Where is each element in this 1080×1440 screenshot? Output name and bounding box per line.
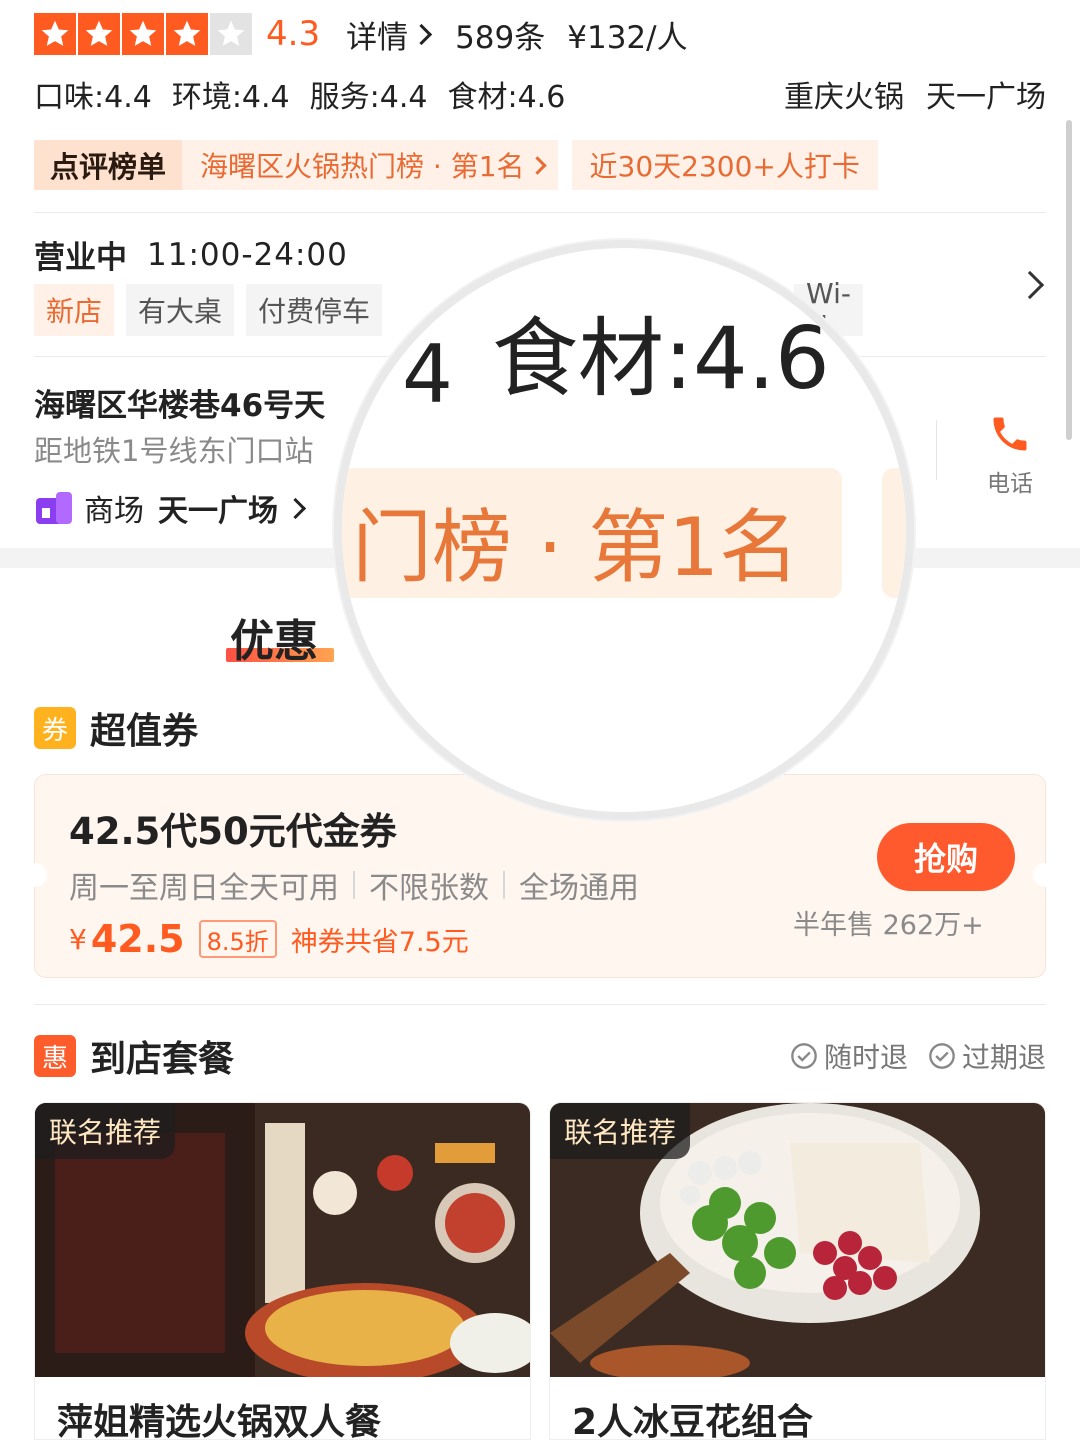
phone-label: 电话 <box>987 471 1033 497</box>
package-name: 2人冰豆花组合 <box>572 1402 814 1440</box>
star-icon <box>166 13 208 55</box>
co-branded-badge: 联名推荐 <box>550 1103 691 1159</box>
environment-score: 环境:4.4 <box>171 80 290 115</box>
star-icon <box>34 13 76 55</box>
coupon-condition: 全场通用 <box>519 871 639 906</box>
magnifier-overlay: 4 食材:4.6 门榜 · 第1名 <box>334 240 914 820</box>
address-text[interactable]: 海曙区华楼巷46号天 <box>34 380 325 425</box>
deal-icon: 惠 <box>34 1035 76 1077</box>
metro-distance: 距地铁1号线东门口站 <box>34 434 314 468</box>
coupon-price-row: ¥ 42.5 8.5折 神券共省7.5元 <box>69 917 469 961</box>
refund-label: 随时退 <box>823 1041 908 1074</box>
package-card[interactable]: 联名推荐 2人冰豆花组合 <box>549 1102 1046 1440</box>
cuisine-tag[interactable]: 重庆火锅 <box>784 72 904 116</box>
coupon-section-title: 超值券 <box>90 711 199 752</box>
coupon-icon: 券 <box>34 707 76 749</box>
coupon-title: 42.5代50元代金券 <box>69 810 397 853</box>
package-section-header: 惠 到店套餐 随时退 过期退 <box>34 1030 1046 1082</box>
service-score: 服务:4.4 <box>309 80 428 115</box>
package-section-title: 到店套餐 <box>90 1039 235 1080</box>
package-name: 萍姐精选火锅双人餐 <box>57 1402 382 1440</box>
coupon-section-header: 券 超值券 <box>34 702 198 754</box>
chevron-right-icon <box>1015 270 1045 300</box>
area-tag[interactable]: 天一广场 <box>926 72 1046 116</box>
check-circle-icon <box>791 1043 817 1069</box>
ranking-row[interactable]: 点评榜单 海曙区火锅热门榜 · 第1名 近30天2300+人打卡 <box>34 140 878 190</box>
currency-symbol: ¥ <box>69 922 87 956</box>
ranking-text: 海曙区火锅热门榜 · 第1名 <box>200 150 525 183</box>
check-circle-icon <box>929 1043 955 1069</box>
facilities-row[interactable]: 新店 有大桌 付费停车 Wi-Fi <box>34 277 863 343</box>
refund-policies: 随时退 过期退 <box>790 1036 1046 1076</box>
rating-row: 4.3 详情 589条 ¥132/人 <box>34 10 688 58</box>
zoom-chip-edge <box>882 468 906 598</box>
ranking-badge: 点评榜单 <box>34 140 183 190</box>
facility-large-table: 有大桌 <box>126 284 235 336</box>
tab-offers[interactable]: 优惠 <box>230 605 318 669</box>
discount-badge: 8.5折 <box>198 920 277 958</box>
mall-label: 商场 <box>84 494 144 529</box>
phone-button[interactable]: 电话 <box>975 412 1045 498</box>
ranking-link[interactable]: 海曙区火锅热门榜 · 第1名 <box>182 140 558 190</box>
star-icon <box>122 13 164 55</box>
coupon-notch <box>1033 863 1057 887</box>
coupon-condition: 周一至周日全天可用 <box>69 871 339 906</box>
saving-text: 神券共省7.5元 <box>290 926 469 958</box>
facility-paid-parking: 付费停车 <box>246 284 383 336</box>
opening-hours: 11:00-24:00 <box>147 236 348 273</box>
hotpot-set-image: 联名推荐 <box>35 1103 530 1377</box>
coupon-notch <box>23 863 47 887</box>
mall-icon <box>36 492 72 524</box>
star-rating <box>34 13 252 55</box>
chevron-right-icon <box>410 23 433 45</box>
taste-score: 口味:4.4 <box>34 80 152 115</box>
phone-icon <box>993 417 1027 451</box>
zoom-score-text: 食材:4.6 <box>492 309 830 409</box>
star-icon <box>210 13 252 55</box>
details-label: 详情 <box>346 19 409 56</box>
ingredient-score: 食材:4.6 <box>447 80 566 115</box>
zoom-prefix-text: 4 <box>402 328 453 421</box>
scrollbar[interactable] <box>1066 120 1072 440</box>
average-price: ¥132/人 <box>567 19 688 56</box>
co-branded-badge: 联名推荐 <box>35 1103 176 1159</box>
refund-label: 过期退 <box>961 1041 1046 1074</box>
coupon-price: 42.5 <box>90 917 185 961</box>
coupon-condition: 不限张数 <box>369 871 489 906</box>
coupon-conditions: 周一至周日全天可用 不限张数 全场通用 <box>69 863 639 907</box>
zoom-rank-text: 门榜 · 第1名 <box>352 501 800 594</box>
tofu-pudding-image: 联名推荐 <box>550 1103 1045 1377</box>
checkin-badge: 近30天2300+人打卡 <box>571 140 878 190</box>
refund-expired: 过期退 <box>928 1036 1046 1076</box>
hours-row: 营业中 11:00-24:00 <box>34 232 348 277</box>
facilities-more-button[interactable] <box>1014 270 1045 300</box>
star-icon <box>78 13 120 55</box>
details-link[interactable]: 详情 <box>346 12 433 57</box>
mall-name: 天一广场 <box>158 494 278 529</box>
package-card[interactable]: 联名推荐 萍姐精选火锅双人餐 <box>34 1102 531 1440</box>
rating-score: 4.3 <box>266 14 321 54</box>
chevron-right-icon <box>527 155 547 175</box>
separator <box>353 871 355 899</box>
separator <box>503 871 505 899</box>
facility-new-store: 新店 <box>34 284 115 336</box>
open-status: 营业中 <box>34 240 127 276</box>
divider <box>34 1004 1046 1005</box>
refund-anytime: 随时退 <box>790 1036 908 1076</box>
mall-link[interactable]: 商场 天一广场 <box>34 486 307 530</box>
sub-scores-row: 口味:4.4 环境:4.4 服务:4.4 食材:4.6 重庆火锅 天一广场 <box>34 70 1046 118</box>
review-count[interactable]: 589条 <box>455 12 545 57</box>
divider <box>34 212 1046 213</box>
chevron-right-icon <box>284 497 307 519</box>
sales-count: 半年售 262万+ <box>793 910 984 941</box>
divider <box>936 420 937 480</box>
buy-button[interactable]: 抢购 <box>877 823 1015 891</box>
